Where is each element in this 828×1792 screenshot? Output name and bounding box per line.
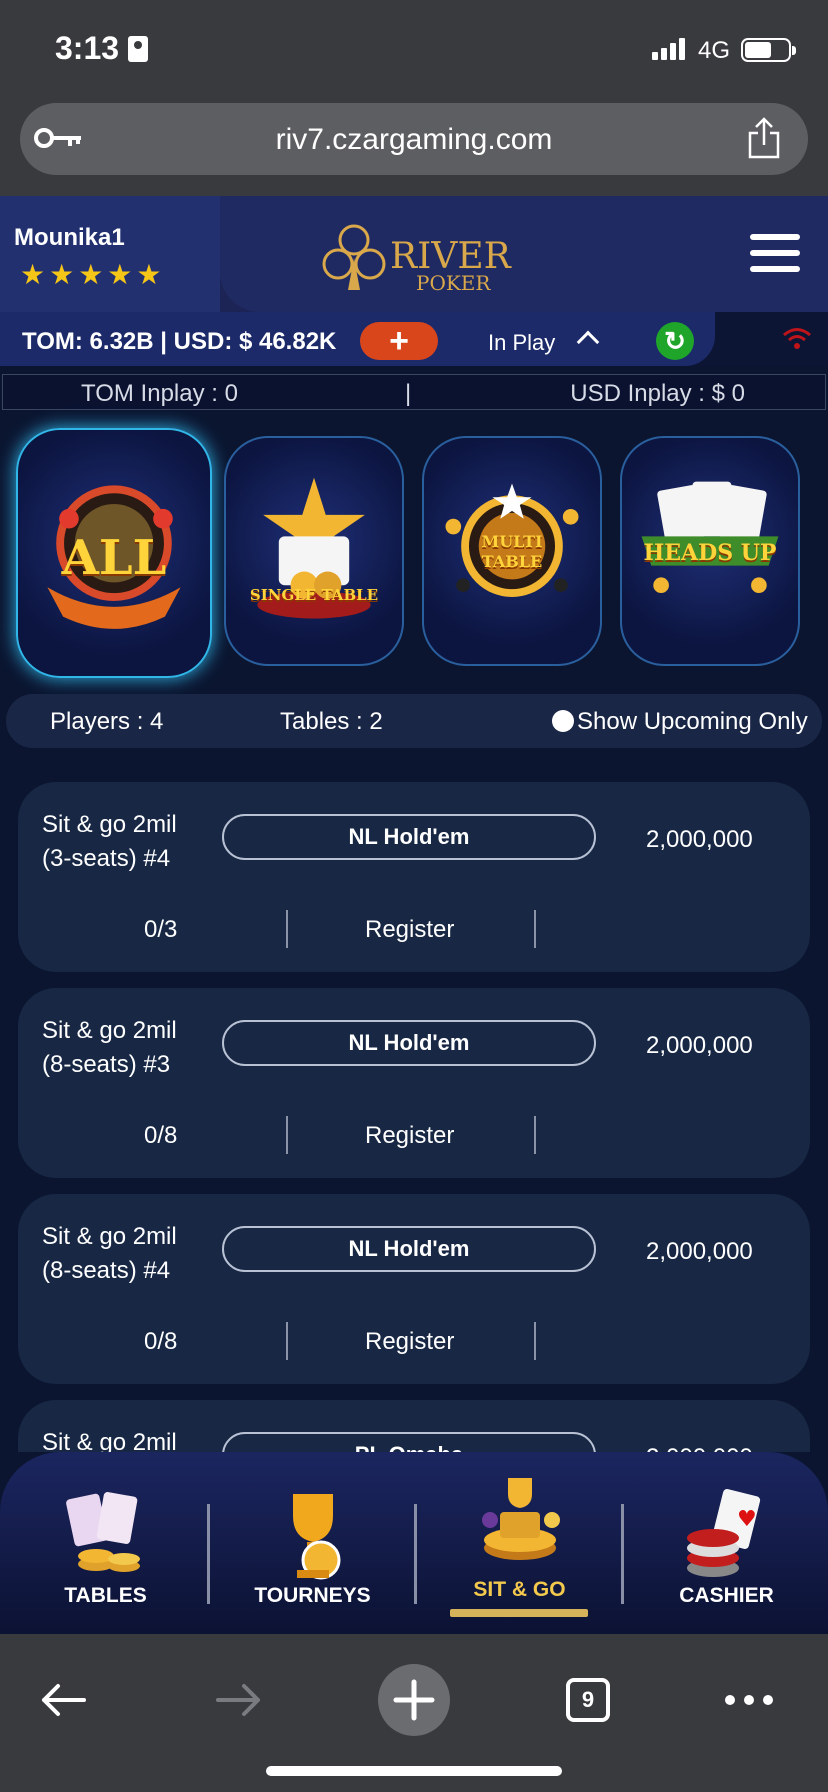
game-card[interactable]: Sit & go 2mil (3-seats) #4 NL Hold'em 2,… [18,782,810,972]
forward-arrow-icon[interactable] [214,1680,264,1720]
nav-label: SIT & GO [473,1578,566,1601]
seats-count: 0/3 [144,916,178,943]
chevron-up-icon[interactable] [576,330,600,354]
active-tab-indicator [450,1609,588,1617]
game-card[interactable]: Sit & go 2mil PL Omaha 2,000,000 [18,1400,810,1452]
tom-inplay: TOM Inplay : 0 [81,380,238,407]
battery-icon [741,38,796,62]
balance-text: TOM: 6.32B | USD: $ 46.82K [22,328,337,355]
hamburger-menu-icon[interactable] [750,234,800,274]
app-header: Mounika1 ★★★★★ RIVER POKER TOM: 6.32B | … [0,196,828,366]
category-heads-up[interactable]: HEADS UP [620,436,800,666]
game-type-button[interactable]: NL Hold'em [222,1226,596,1272]
back-arrow-icon[interactable] [38,1680,88,1720]
register-button[interactable]: Register [365,916,454,944]
category-label: ALL [61,530,167,586]
trophy-chips-icon [481,1478,560,1560]
register-button[interactable]: Register [365,1328,454,1356]
buy-in-amount: 2,000,000 [646,826,753,853]
rating-stars: ★★★★★ [20,259,166,290]
address-bar-area: riv7.czargaming.com [0,100,828,196]
show-upcoming-radio[interactable] [552,710,574,732]
game-card[interactable]: Sit & go 2mil (8-seats) #4 NL Hold'em 2,… [18,1194,810,1384]
seats-count: 0/8 [144,1328,178,1355]
tabs-count-button[interactable]: 9 [566,1678,610,1722]
nav-sit-and-go[interactable]: SIT & GO [416,1452,623,1634]
single-table-icon [257,477,371,619]
svg-text:POKER: POKER [416,271,491,295]
inplay-summary: TOM Inplay : 0 | USD Inplay : $ 0 [2,374,826,410]
in-play-toggle[interactable]: In Play [488,330,555,356]
game-card[interactable]: Sit & go 2mil (8-seats) #3 NL Hold'em 2,… [18,988,810,1178]
game-name: Sit & go 2mil (3-seats) #4 [42,811,177,872]
balance-bar: TOM: 6.32B | USD: $ 46.82K + In Play ↻ [0,312,715,366]
buy-in-amount: 2,000,000 [646,1444,753,1452]
chips-cards-icon: ♥ [686,1489,760,1577]
buy-in-amount: 2,000,000 [646,1238,753,1265]
game-name: Sit & go 2mil [42,1429,177,1452]
status-bar: 3:13 4G [0,0,828,100]
category-tiles: ALL SINGLE TABLE MULTI TABLE HEADS UP [0,420,828,680]
usd-inplay: USD Inplay : $ 0 [570,380,745,407]
url-text[interactable]: riv7.czargaming.com [20,123,808,157]
wifi-icon [783,328,811,349]
sit-and-go-list: Sit & go 2mil (3-seats) #4 NL Hold'em 2,… [0,770,828,1452]
nav-label: TOURNEYS [254,1584,371,1607]
nav-cashier[interactable]: ♥ CASHIER [623,1452,828,1634]
nav-label: TABLES [64,1584,147,1607]
game-name: Sit & go 2mil (8-seats) #4 [42,1223,177,1284]
category-label: HEADS UP [643,540,777,566]
inplay-separator: | [405,380,412,407]
nav-label: CASHIER [679,1584,774,1607]
home-indicator [266,1766,562,1776]
id-card-icon [128,36,148,62]
nav-tables[interactable]: TABLES [2,1452,209,1634]
cards-coins-icon [65,1492,140,1572]
cellular-signal-icon [652,38,685,60]
address-bar[interactable]: riv7.czargaming.com [20,103,808,175]
bottom-nav: TABLES TOURNEYS SIT & GO ♥ CASHIER [0,1452,828,1634]
register-button[interactable]: Register [365,1122,454,1150]
show-upcoming-label[interactable]: Show Upcoming Only [577,708,808,736]
new-tab-plus-icon[interactable] [378,1664,450,1736]
nav-tourneys[interactable]: TOURNEYS [209,1452,416,1634]
game-type-button[interactable]: NL Hold'em [222,1020,596,1066]
username: Mounika1 [14,224,125,251]
category-single-table[interactable]: SINGLE TABLE [224,436,404,666]
refresh-icon[interactable]: ↻ [656,322,694,360]
network-type: 4G [698,37,731,64]
game-type-button[interactable]: NL Hold'em [222,814,596,860]
game-name: Sit & go 2mil (8-seats) #3 [42,1017,177,1078]
share-icon[interactable] [746,117,782,159]
game-type-button[interactable]: PL Omaha [222,1432,596,1452]
category-multi-table[interactable]: MULTI TABLE [422,436,602,666]
svg-text:♥: ♥ [737,1507,757,1532]
status-time: 3:13 [55,30,120,66]
user-panel [0,196,220,312]
category-label: MULTI TABLE [481,532,543,571]
add-funds-button[interactable]: + [360,322,438,360]
category-all[interactable]: ALL [16,428,212,678]
trophy-icon [292,1494,340,1580]
more-options-icon[interactable] [724,1694,774,1706]
players-count: Players : 4 [50,708,164,735]
category-label: SINGLE TABLE [249,586,379,604]
tables-count: Tables : 2 [280,708,383,735]
info-bar: Players : 4 Tables : 2 Show Upcoming Onl… [6,694,822,748]
river-poker-logo: RIVER POKER [322,224,512,295]
buy-in-amount: 2,000,000 [646,1032,753,1059]
seats-count: 0/8 [144,1122,178,1149]
